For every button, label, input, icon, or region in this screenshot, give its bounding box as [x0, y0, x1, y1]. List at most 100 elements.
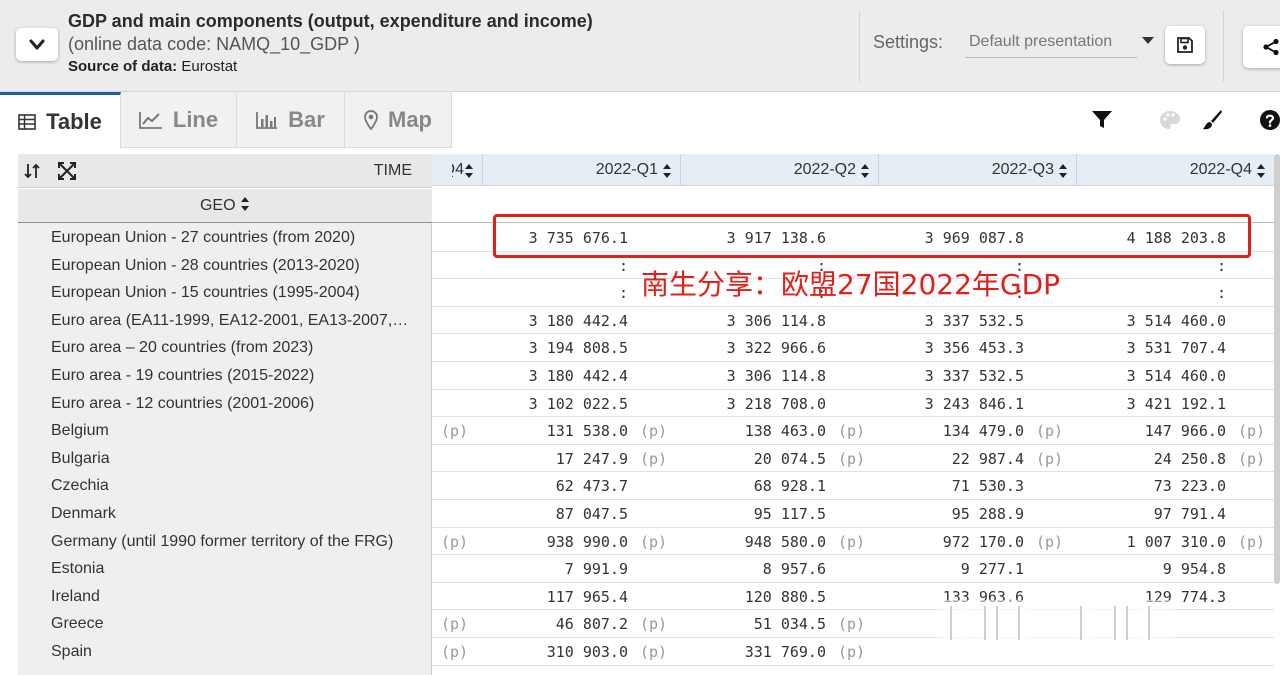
value-cell: 24 250.8	[1153, 449, 1226, 468]
header-divider-right	[1223, 10, 1224, 82]
value-cell: 17 247.9	[555, 449, 628, 468]
value-cell: 3 356 453.3	[924, 339, 1024, 358]
tab-map[interactable]: Map	[345, 92, 452, 148]
tab-label: Map	[388, 106, 432, 132]
value-cell: 117 965.4	[546, 587, 628, 606]
column-header-label: 2022-Q1	[595, 161, 658, 178]
geo-row-label[interactable]: Euro area – 20 countries (from 2023)	[51, 334, 411, 361]
tab-line[interactable]: Line	[121, 92, 237, 148]
value-cell: 147 966.0	[1144, 422, 1226, 441]
column-header-2022-q4[interactable]: 2022-Q4	[1077, 154, 1274, 186]
table-row: Euro area - 12 countries (2001-2006) 3 10…	[0, 390, 1280, 418]
table-row: Bulgaria 17 247.9 (p) 20 074.5 (p) 22 987.4 (p…	[0, 445, 1280, 473]
sort-arrows-icon[interactable]	[1058, 163, 1068, 179]
geo-row-label[interactable]: Germany (until 1990 former territory of …	[51, 528, 411, 555]
previous-period-flag: (p)	[441, 532, 469, 551]
value-cell: 87 047.5	[555, 505, 628, 523]
time-column-headers: Q4 2022-Q1 2022-Q2 2022-Q3 2022-Q4	[432, 154, 1274, 186]
value-cell: 3 218 708.0	[726, 394, 826, 413]
previous-period-flag: (p)	[441, 643, 469, 661]
chevron-down-icon	[29, 39, 45, 49]
value-cell: 310 903.0	[546, 643, 628, 661]
column-header-2022-q3[interactable]: 2022-Q3	[879, 154, 1077, 186]
column-header-label: Q4	[452, 161, 464, 178]
geo-row-label[interactable]: Estonia	[51, 555, 411, 582]
value-cell: 3 243 846.1	[924, 394, 1024, 413]
sort-arrows-icon[interactable]	[240, 196, 250, 212]
geo-row-label[interactable]: Ireland	[51, 583, 411, 610]
value-flag: (p)	[1036, 422, 1064, 441]
value-flag: (p)	[640, 449, 668, 468]
value-cell: 46 807.2	[555, 615, 628, 634]
geo-row-label[interactable]: European Union - 15 countries (1995-2004…	[51, 279, 411, 306]
value-cell: 1 007 310.0	[1126, 532, 1226, 551]
value-flag: (p)	[640, 422, 668, 441]
sort-arrows-icon[interactable]	[860, 163, 870, 179]
geo-row-label[interactable]: Euro area (EA11-1999, EA12-2001, EA13-20…	[51, 307, 411, 334]
floppy-disk-icon	[1177, 37, 1193, 53]
value-flag: (p)	[1036, 532, 1064, 551]
time-dimension-label[interactable]: TIME	[374, 162, 412, 180]
table-row: Denmark 87 047.5 95 117.5 95 288.9 97 791.4	[0, 500, 1280, 528]
table-row: Euro area – 20 countries (from 2023) 3 19…	[0, 334, 1280, 362]
collapse-header-button[interactable]	[16, 28, 58, 61]
column-header-2022-q2[interactable]: 2022-Q2	[681, 154, 879, 186]
vertical-scrollbar[interactable]	[1274, 154, 1280, 584]
value-cell: 331 769.0	[744, 643, 826, 661]
geo-row-label[interactable]: European Union - 28 countries (2013-2020…	[51, 252, 411, 279]
caret-down-icon[interactable]	[1142, 37, 1154, 44]
value-cell: 3 322 966.6	[726, 339, 826, 358]
geo-row-label[interactable]: European Union - 27 countries (from 2020…	[51, 224, 411, 251]
tab-label: Table	[46, 108, 102, 134]
annotation-text: 南生分享：欧盟27国2022年GDP	[641, 268, 1061, 301]
geo-row-label[interactable]: Euro area - 12 countries (2001-2006)	[51, 390, 411, 417]
geo-row-label[interactable]: Belgium	[51, 417, 411, 444]
geo-row-label[interactable]: Euro area - 19 countries (2015-2022)	[51, 362, 411, 389]
value-cell: 138 463.0	[744, 422, 826, 441]
settings-label: Settings:	[873, 32, 944, 52]
expand-icon[interactable]	[58, 162, 76, 180]
share-button[interactable]	[1243, 26, 1280, 68]
value-flag: (p)	[838, 532, 866, 551]
value-cell: 131 538.0	[546, 422, 628, 441]
sort-arrows-icon[interactable]	[662, 163, 672, 179]
geo-row-label[interactable]: Czechia	[51, 472, 411, 499]
presentation-select[interactable]: Default presentation	[965, 30, 1137, 58]
geo-dimension-header[interactable]: GEO	[18, 189, 432, 223]
filter-icon[interactable]	[1090, 108, 1114, 132]
geo-row-label[interactable]: Spain	[51, 638, 411, 665]
dataset-title: GDP and main components (output, expendi…	[68, 11, 593, 31]
value-flag: (p)	[1036, 449, 1064, 468]
save-button[interactable]	[1165, 26, 1205, 64]
value-flag: (p)	[838, 615, 866, 634]
sort-icon[interactable]	[24, 162, 40, 180]
sort-arrows-icon[interactable]	[1256, 163, 1266, 179]
dataset-title-block: GDP and main components (output, expendi…	[68, 10, 593, 78]
sort-arrows-icon[interactable]	[464, 163, 474, 179]
column-header-2022-q1[interactable]: 2022-Q1	[483, 154, 681, 186]
geo-row-label[interactable]: Bulgaria	[51, 445, 411, 472]
value-cell: 3 514 460.0	[1126, 311, 1226, 330]
column-header-label: 2022-Q3	[991, 161, 1054, 178]
table-icon	[18, 113, 36, 130]
help-icon[interactable]	[1258, 108, 1280, 132]
palette-icon	[1158, 108, 1182, 132]
value-cell: 8 957.6	[762, 560, 826, 579]
brush-icon[interactable]	[1200, 108, 1224, 132]
geo-label: GEO	[199, 197, 236, 214]
value-cell: :	[618, 284, 628, 303]
data-source-label: Source of data:	[68, 58, 178, 75]
table-row: Euro area (EA11-1999, EA12-2001, EA13-20…	[0, 307, 1280, 335]
geo-row-label[interactable]: Denmark	[51, 500, 411, 527]
tab-bar[interactable]: Bar	[237, 92, 345, 148]
value-cell: 3 102 022.5	[528, 394, 628, 413]
value-flag: (p)	[1238, 449, 1266, 468]
column-header-partial[interactable]: Q4	[432, 154, 483, 186]
table-row: Estonia 7 991.9 8 957.6 9 277.1 9 954.8	[0, 555, 1280, 583]
tab-table[interactable]: Table	[0, 92, 121, 148]
value-cell: 97 791.4	[1153, 505, 1226, 523]
data-source-value: Eurostat	[181, 58, 238, 75]
geo-row-label[interactable]: Greece	[51, 610, 411, 637]
value-cell: 3 180 442.4	[528, 367, 628, 385]
previous-period-flag: (p)	[441, 615, 469, 634]
